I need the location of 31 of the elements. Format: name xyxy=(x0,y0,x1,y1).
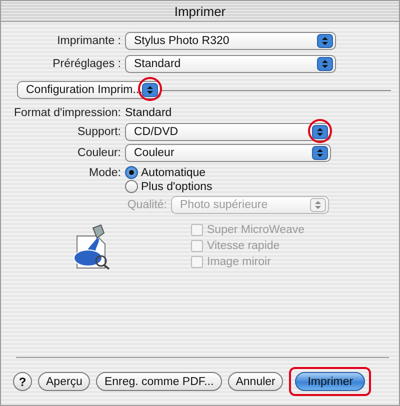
radio-label: Plus d'options xyxy=(141,180,212,192)
color-popup[interactable]: Couleur xyxy=(125,144,331,162)
printer-popup[interactable]: Stylus Photo R320 xyxy=(125,32,336,50)
checkbox-label: Vitesse rapide xyxy=(207,240,280,252)
format-value: Standard xyxy=(125,107,173,119)
dialog-button[interactable]: Enreg. comme PDF... xyxy=(96,372,222,391)
help-button[interactable]: ? xyxy=(13,372,32,391)
presets-popup[interactable]: Standard xyxy=(125,55,336,73)
stepper-icon xyxy=(312,146,328,160)
field-label: Support: xyxy=(78,126,121,138)
stepper-icon xyxy=(142,83,158,97)
support-popup[interactable]: CD/DVD xyxy=(125,123,331,141)
stepper-icon xyxy=(317,34,333,48)
dialog-button[interactable]: Annuler xyxy=(228,372,284,391)
field-label: Qualité: xyxy=(127,199,167,211)
checkbox-label: Super MicroWeave xyxy=(207,224,305,236)
default-button[interactable]: Imprimer xyxy=(295,372,366,391)
window-title: Imprimer xyxy=(174,4,226,18)
field-label: Imprimante : xyxy=(57,35,121,47)
radio-label: Automatique xyxy=(141,166,206,178)
radio-button[interactable] xyxy=(125,180,138,193)
field-label: Préréglages : xyxy=(52,58,121,70)
stepper-icon xyxy=(317,57,333,71)
checkbox-label: Image miroir xyxy=(207,256,271,268)
field-label: Couleur: xyxy=(78,147,121,159)
stepper-icon xyxy=(312,125,328,139)
stepper-icon xyxy=(310,198,326,212)
field-label: Format d'impression: xyxy=(14,107,121,119)
field-label: Mode: xyxy=(89,166,121,178)
radio-button[interactable] xyxy=(125,166,138,179)
dialog-button[interactable]: Aperçu xyxy=(38,372,90,391)
